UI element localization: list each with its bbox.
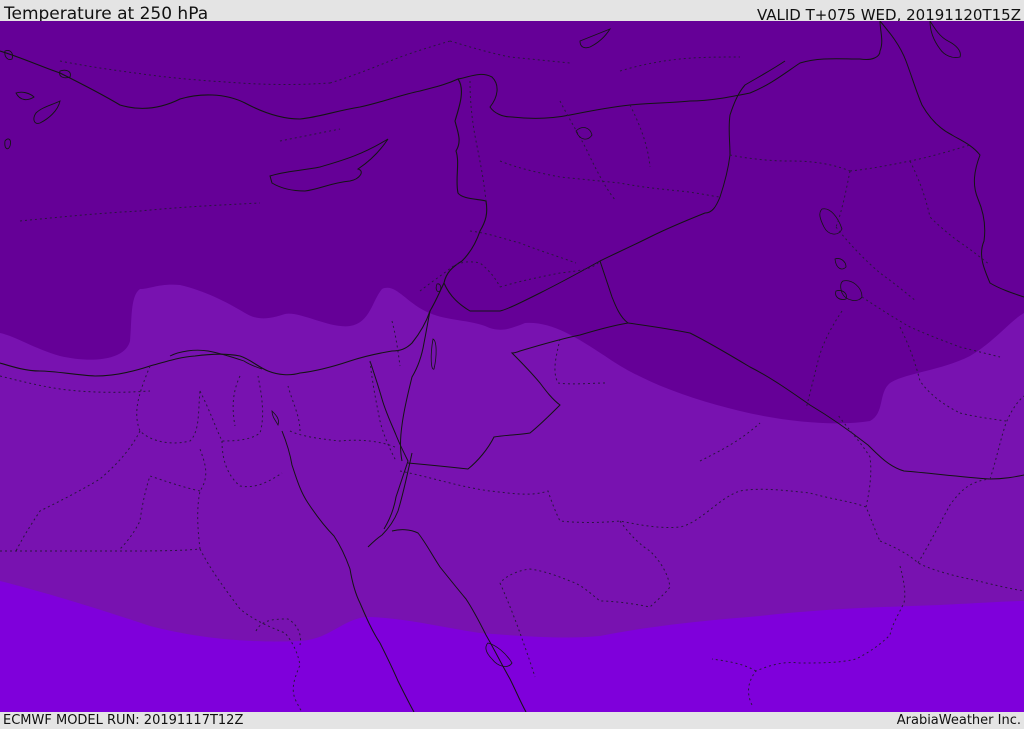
model-run-label: ECMWF MODEL RUN: 20191117T12Z bbox=[3, 713, 244, 728]
temperature-map bbox=[0, 21, 1024, 712]
map-footer: ECMWF MODEL RUN: 20191117T12Z ArabiaWeat… bbox=[0, 712, 1024, 729]
map-header: Temperature at 250 hPa VALID T+075 WED, … bbox=[0, 0, 1024, 24]
credit-label: ArabiaWeather Inc. bbox=[896, 713, 1021, 728]
map-canvas bbox=[0, 21, 1024, 712]
